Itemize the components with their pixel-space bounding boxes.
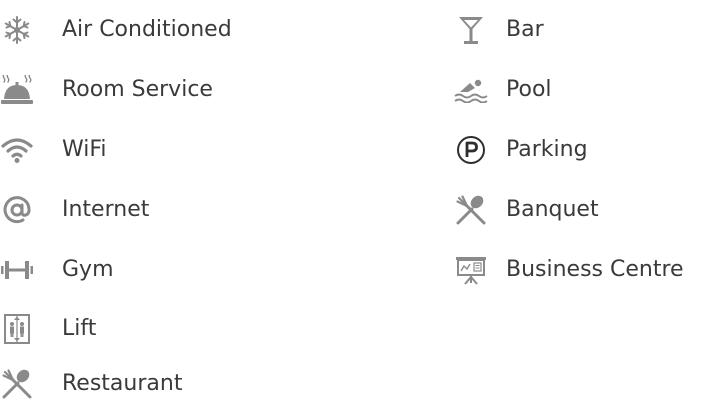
amenity-business-centre: Business Centre: [454, 250, 684, 290]
amenity-gym: Gym: [0, 250, 114, 290]
amenity-label: Gym: [62, 257, 114, 282]
dumbbell-icon: [0, 253, 34, 287]
presentation-board-icon: [454, 253, 488, 287]
amenity-label: Bar: [506, 17, 544, 42]
amenity-room-service: Room Service: [0, 70, 213, 110]
cocktail-glass-icon: [454, 13, 488, 47]
amenity-label: WiFi: [62, 137, 107, 162]
amenity-label: Business Centre: [506, 257, 684, 282]
amenity-label: Internet: [62, 197, 150, 222]
amenity-parking: Parking: [454, 130, 588, 170]
at-sign-icon: [0, 193, 34, 227]
amenity-label: Air Conditioned: [62, 17, 232, 42]
elevator-icon: [0, 312, 34, 346]
amenities-list: Air Conditioned Room Service WiFi Intern…: [0, 0, 722, 403]
amenity-label: Parking: [506, 137, 588, 162]
amenity-bar: Bar: [454, 10, 544, 50]
wifi-icon: [0, 133, 34, 167]
fork-spoon-icon: [0, 367, 34, 401]
amenity-internet: Internet: [0, 190, 149, 230]
fork-spoon-icon: [454, 193, 488, 227]
amenity-label: Pool: [506, 77, 552, 102]
amenity-label: Lift: [62, 316, 97, 341]
amenity-label: Room Service: [62, 77, 213, 102]
amenity-label: Banquet: [506, 197, 599, 222]
amenity-lift: Lift: [0, 309, 96, 349]
parking-icon: [454, 133, 488, 167]
amenity-air-conditioned: Air Conditioned: [0, 10, 232, 50]
swimmer-icon: [454, 73, 488, 107]
amenity-pool: Pool: [454, 70, 552, 110]
amenity-label: Restaurant: [62, 371, 183, 396]
amenity-restaurant: Restaurant: [0, 364, 182, 404]
amenity-banquet: Banquet: [454, 190, 599, 230]
amenity-wifi: WiFi: [0, 130, 107, 170]
service-bell-icon: [0, 73, 34, 107]
snowflake-icon: [0, 13, 34, 47]
